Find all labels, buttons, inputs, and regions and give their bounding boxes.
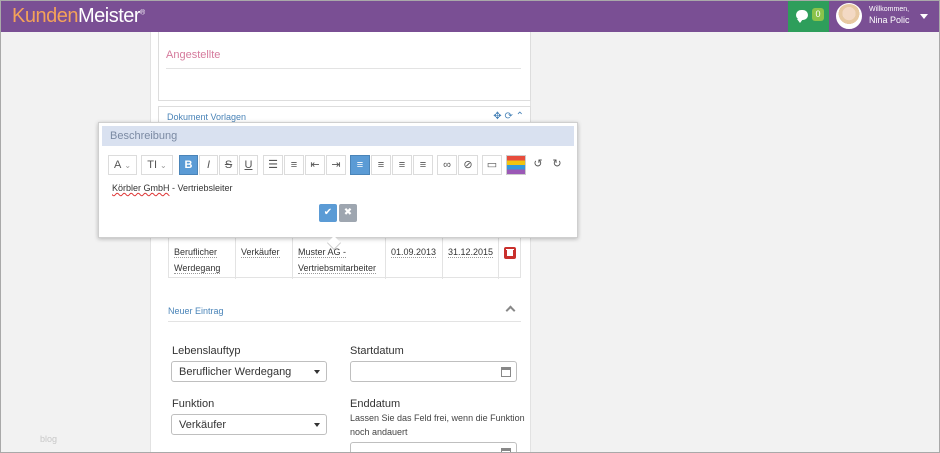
- enddatum-label: Enddatum: [350, 398, 401, 410]
- panel-controls: ✥ ⟳ ⌃: [493, 111, 524, 122]
- font-color-dropdown[interactable]: A: [108, 155, 137, 175]
- enddatum-input[interactable]: [350, 442, 517, 452]
- funktion-select[interactable]: Verkäufer: [171, 414, 327, 435]
- strikethrough-button[interactable]: S: [219, 155, 238, 175]
- username: Nina Polic: [869, 15, 910, 25]
- image-icon[interactable]: ▭: [482, 155, 502, 175]
- font-size-dropdown[interactable]: TI: [141, 155, 173, 175]
- confirm-button[interactable]: ✔: [319, 204, 337, 222]
- chevron-up-icon[interactable]: [505, 305, 516, 316]
- table-cell-function: Verkäufer: [236, 238, 293, 279]
- popup-title: Beschreibung: [102, 126, 574, 146]
- align-justify-icon[interactable]: ≡: [413, 155, 433, 175]
- brand-part1: Kunden: [12, 5, 78, 27]
- indent-icon[interactable]: ⇥: [326, 155, 346, 175]
- bullet-list-icon[interactable]: ☰: [263, 155, 283, 175]
- bold-button[interactable]: B: [179, 155, 198, 175]
- sidebar-label-blog[interactable]: blog: [40, 434, 57, 444]
- panel-title: Dokument Vorlagen: [167, 112, 247, 122]
- calendar-icon[interactable]: [501, 367, 511, 377]
- unlink-icon[interactable]: ⊘: [458, 155, 478, 175]
- chat-icon: [796, 10, 808, 23]
- table-cell-company-text[interactable]: Muster AG - Vertriebsmitarbeiter: [298, 247, 377, 274]
- italic-button[interactable]: I: [199, 155, 218, 175]
- brand-logo[interactable]: KundenMeister®: [12, 5, 145, 28]
- move-icon[interactable]: ✥: [493, 111, 501, 122]
- lebenslauftyp-select[interactable]: Beruflicher Werdegang: [171, 361, 327, 382]
- table-cell-end-text[interactable]: 31.12.2015: [448, 247, 494, 258]
- chevron-down-icon[interactable]: [920, 14, 928, 19]
- avatar: [836, 3, 862, 29]
- welcome-text: Willkommen,: [869, 6, 910, 13]
- numbered-list-icon[interactable]: ≡: [284, 155, 304, 175]
- chevron-up-icon[interactable]: ⌃: [516, 111, 524, 122]
- calendar-icon[interactable]: [501, 448, 511, 452]
- outdent-icon[interactable]: ⇤: [305, 155, 325, 175]
- top-navbar: KundenMeister® 0 Willkommen, Nina Polic: [1, 1, 939, 32]
- employment-type-field[interactable]: Angestellte: [166, 49, 521, 69]
- trash-icon[interactable]: [504, 247, 516, 259]
- underline-button[interactable]: U: [239, 155, 258, 175]
- color-palette-icon[interactable]: [506, 155, 526, 175]
- new-entry-title: Neuer Eintrag: [168, 306, 224, 316]
- link-icon[interactable]: ∞: [437, 155, 457, 175]
- user-menu[interactable]: Willkommen, Nina Polic: [829, 1, 939, 32]
- table-cell-start-text[interactable]: 01.09.2013: [391, 247, 437, 258]
- app-frame: KundenMeister® 0 Willkommen, Nina Polic …: [0, 0, 940, 453]
- cancel-button[interactable]: ✖: [339, 204, 357, 222]
- refresh-icon[interactable]: ⟳: [504, 111, 512, 122]
- chat-count-badge: 0: [812, 8, 824, 21]
- lebenslauftyp-label: Lebenslauftyp: [172, 345, 241, 357]
- table-cell-type: Beruflicher Werdegang: [169, 238, 236, 279]
- startdatum-input[interactable]: [350, 361, 517, 382]
- left-sidebar: blog: [2, 32, 122, 452]
- brand-part2: Meister: [77, 5, 141, 27]
- startdatum-label: Startdatum: [350, 345, 404, 357]
- new-entry-header[interactable]: Neuer Eintrag: [168, 301, 521, 322]
- align-right-icon[interactable]: ≡: [392, 155, 412, 175]
- description-editor-popup: Beschreibung A TI B I S U ☰ ≡ ⇤ ⇥ ≡ ≡ ≡ …: [98, 122, 578, 251]
- editor-content[interactable]: Körbler GmbH - Vertriebsleiter: [112, 183, 233, 193]
- career-table: Beruflicher Werdegang Verkäufer Muster A…: [168, 237, 521, 279]
- table-cell-start: 01.09.2013: [386, 238, 443, 279]
- align-left-icon[interactable]: ≡: [350, 155, 370, 175]
- editor-rest-text: - Vertriebsleiter: [169, 183, 233, 193]
- table-cell-function-text[interactable]: Verkäufer: [241, 247, 280, 258]
- align-center-icon[interactable]: ≡: [371, 155, 391, 175]
- undo-icon[interactable]: ↺: [529, 155, 547, 175]
- table-cell-type-text[interactable]: Beruflicher Werdegang: [174, 247, 221, 274]
- funktion-label: Funktion: [172, 398, 215, 410]
- redo-icon[interactable]: ↻: [548, 155, 566, 175]
- enddatum-hint: Lassen Sie das Feld frei, wenn die Funkt…: [350, 413, 525, 437]
- brand-mark: ®: [140, 9, 145, 17]
- chat-button[interactable]: 0: [788, 1, 829, 32]
- editor-company-text: Körbler GmbH: [112, 183, 170, 193]
- table-cell-end: 31.12.2015: [443, 238, 499, 279]
- editor-toolbar: A TI B I S U ☰ ≡ ⇤ ⇥ ≡ ≡ ≡ ≡ ∞ ⊘ ▭ ↺ ↻: [108, 155, 640, 177]
